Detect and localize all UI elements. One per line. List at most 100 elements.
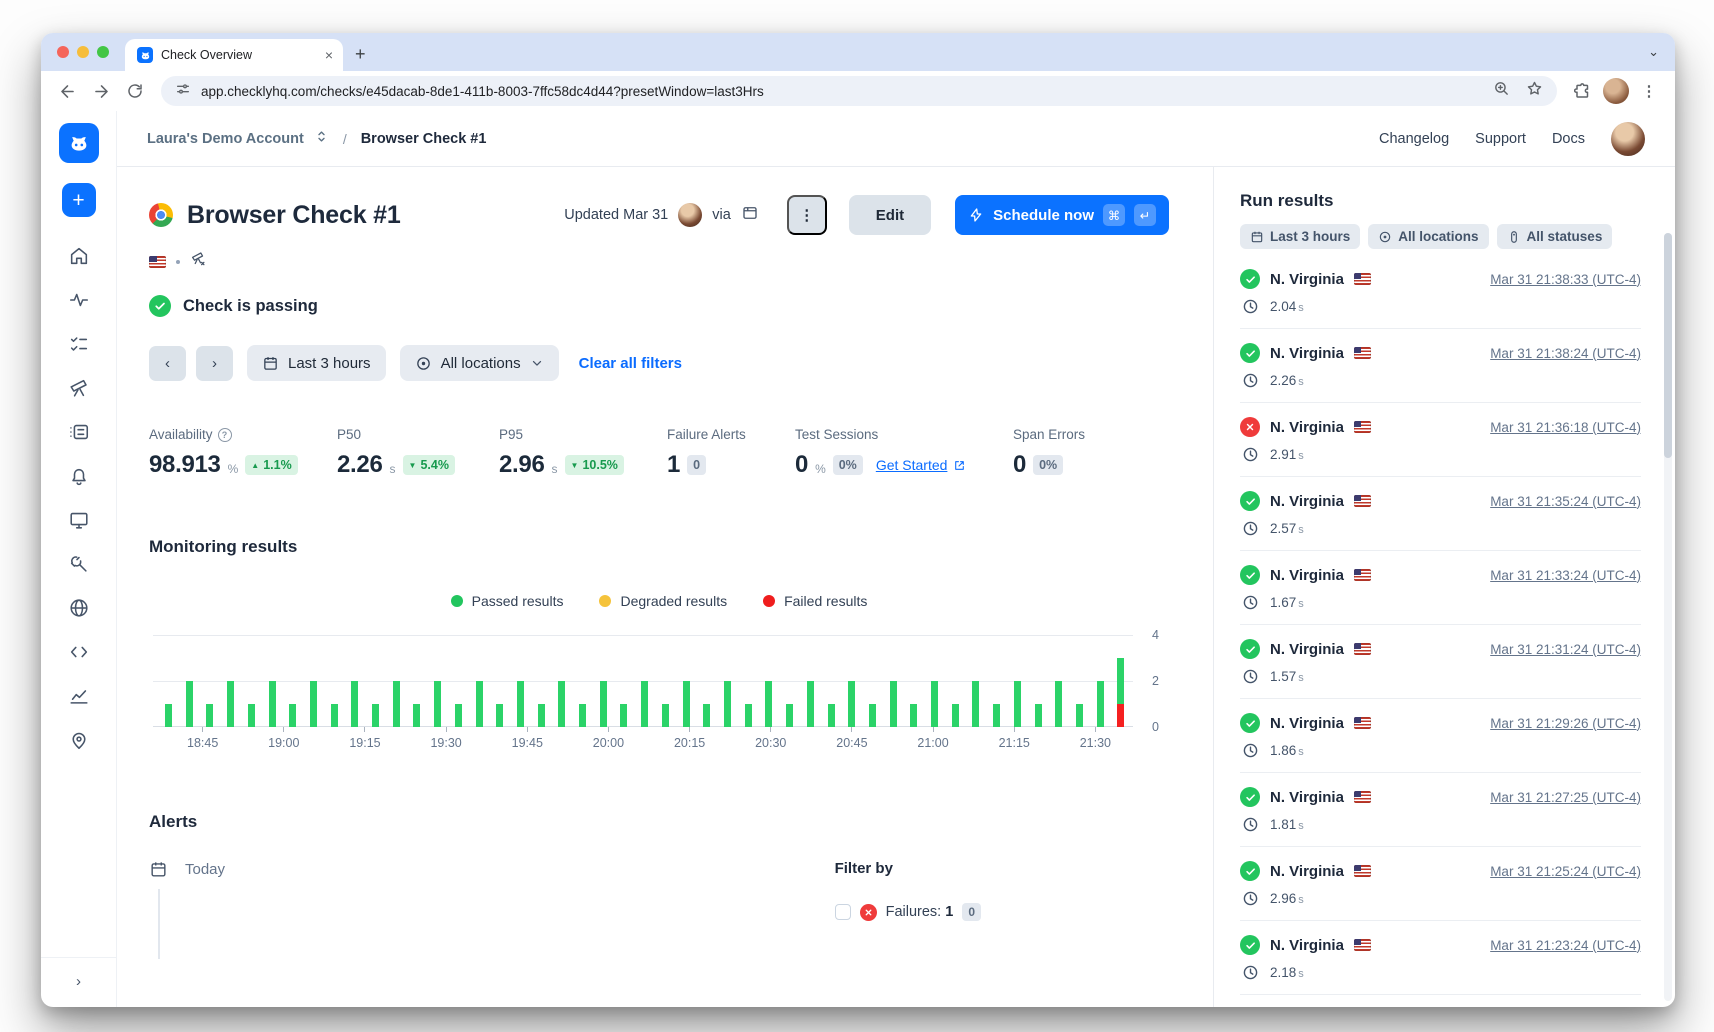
url-bar[interactable]: app.checklyhq.com/checks/e45dacab-8de1-4… (161, 76, 1557, 106)
account-switcher-sort-icon[interactable] (314, 129, 329, 149)
sidebar-collapse-button[interactable]: › (76, 973, 81, 990)
chart-bar[interactable] (186, 681, 193, 727)
next-window-button[interactable]: › (196, 346, 233, 381)
chart-bar[interactable] (331, 704, 338, 727)
chart-bar[interactable] (662, 704, 669, 727)
chart-bar[interactable] (351, 681, 358, 727)
sidebar-item-telescope[interactable] (68, 377, 90, 399)
minimize-window-button[interactable] (77, 46, 89, 58)
run-result-row[interactable]: N. VirginiaMar 31 21:35:24 (UTC-4)2.57s (1240, 477, 1641, 551)
schedule-now-button[interactable]: Schedule now ⌘ ↵ (955, 195, 1169, 235)
chart-bar[interactable] (600, 681, 607, 727)
chart-bar[interactable] (931, 681, 938, 727)
run-result-row[interactable]: N. VirginiaMar 31 21:38:24 (UTC-4)2.26s (1240, 329, 1641, 403)
url-text[interactable]: app.checklyhq.com/checks/e45dacab-8de1-4… (201, 84, 764, 99)
support-link[interactable]: Support (1475, 131, 1526, 147)
create-new-button[interactable]: + (62, 183, 96, 217)
chart-bar[interactable] (517, 681, 524, 727)
chart-bar[interactable] (972, 681, 979, 727)
chart-bar[interactable] (434, 681, 441, 727)
docs-link[interactable]: Docs (1552, 131, 1585, 147)
chart-bar[interactable] (952, 704, 959, 727)
user-avatar[interactable] (1611, 122, 1645, 156)
close-window-button[interactable] (57, 46, 69, 58)
chart-bar[interactable] (828, 704, 835, 727)
bookmark-star-icon[interactable] (1526, 80, 1543, 102)
chart-bar[interactable] (993, 704, 1000, 727)
run-result-row[interactable]: N. VirginiaMar 31 21:33:24 (UTC-4)1.67s (1240, 551, 1641, 625)
chart-bar[interactable] (248, 704, 255, 727)
chart-bar[interactable] (683, 681, 690, 727)
run-result-row[interactable]: N. VirginiaMar 31 21:27:25 (UTC-4)1.81s (1240, 773, 1641, 847)
run-result-row[interactable]: N. VirginiaMar 31 21:29:26 (UTC-4)1.86s (1240, 699, 1641, 773)
tab-search-chevron-icon[interactable]: ⌄ (1648, 44, 1659, 60)
chart-bar[interactable] (269, 681, 276, 727)
chart-bar[interactable] (765, 681, 772, 727)
sidebar-item-activity[interactable] (68, 289, 90, 311)
run-timestamp-link[interactable]: Mar 31 21:38:33 (UTC-4) (1490, 272, 1641, 287)
chart-bar[interactable] (558, 681, 565, 727)
account-switcher[interactable]: Laura's Demo Account (147, 131, 304, 147)
run-timestamp-link[interactable]: Mar 31 21:27:25 (UTC-4) (1490, 790, 1641, 805)
chart-bar[interactable] (910, 704, 917, 727)
chart-bar[interactable] (620, 704, 627, 727)
tab-close-icon[interactable]: × (325, 48, 333, 62)
run-timestamp-link[interactable]: Mar 31 21:33:24 (UTC-4) (1490, 568, 1641, 583)
chart-bar[interactable] (786, 704, 793, 727)
run-results-scrollbar[interactable] (1664, 233, 1672, 1001)
chart-bar[interactable] (724, 681, 731, 727)
chart-bar[interactable] (372, 704, 379, 727)
run-result-row[interactable]: N. VirginiaMar 31 21:31:24 (UTC-4)1.57s (1240, 625, 1641, 699)
sidebar-item-snippets-code[interactable] (68, 641, 90, 663)
run-result-row[interactable]: N. VirginiaMar 31 21:23:24 (UTC-4)2.18s (1240, 921, 1641, 995)
chart-bar[interactable] (1035, 704, 1042, 727)
chart-bar[interactable] (310, 681, 317, 727)
browser-profile-avatar[interactable] (1603, 78, 1629, 104)
chart-bar[interactable] (289, 704, 296, 727)
chart-bar[interactable] (1055, 681, 1062, 727)
run-result-row[interactable]: N. VirginiaMar 31 21:36:18 (UTC-4)2.91s (1240, 403, 1641, 477)
chart-bar[interactable] (496, 704, 503, 727)
new-tab-button[interactable]: + (355, 44, 366, 65)
zoom-icon[interactable] (1493, 80, 1510, 102)
run-timestamp-link[interactable]: Mar 31 21:29:26 (UTC-4) (1490, 716, 1641, 731)
sidebar-item-checks[interactable] (68, 333, 90, 355)
chart-bar[interactable] (1076, 704, 1083, 727)
run-timestamp-link[interactable]: Mar 31 21:38:24 (UTC-4) (1490, 346, 1641, 361)
edit-button[interactable]: Edit (849, 195, 931, 235)
run-timestamp-link[interactable]: Mar 31 21:36:18 (UTC-4) (1490, 420, 1641, 435)
chart-bar[interactable] (703, 704, 710, 727)
sidebar-item-maintenance-wrench[interactable] (68, 553, 90, 575)
chart-bar[interactable] (1117, 658, 1124, 727)
chart-bar[interactable] (165, 704, 172, 727)
sidebar-item-private-locations-globe[interactable] (68, 597, 90, 619)
run-result-row[interactable]: N. VirginiaMar 31 21:38:33 (UTC-4)2.04s (1240, 255, 1641, 329)
info-icon[interactable]: ? (218, 428, 232, 442)
sidebar-item-locations-pin[interactable] (68, 729, 90, 751)
browser-menu-kebab-icon[interactable]: ⋮ (1635, 77, 1663, 105)
run-timestamp-link[interactable]: Mar 31 21:25:24 (UTC-4) (1490, 864, 1641, 879)
chart-bar[interactable] (890, 681, 897, 727)
chart-bar[interactable] (206, 704, 213, 727)
run-timestamp-link[interactable]: Mar 31 21:35:24 (UTC-4) (1490, 494, 1641, 509)
forward-icon[interactable] (87, 77, 115, 105)
chart-bar[interactable] (1097, 681, 1104, 727)
sidebar-item-analytics-chart[interactable] (68, 685, 90, 707)
sidebar-item-logs[interactable] (68, 421, 90, 443)
chart-bar[interactable] (476, 681, 483, 727)
run-timestamp-link[interactable]: Mar 31 21:23:24 (UTC-4) (1490, 938, 1641, 953)
more-actions-kebab-button[interactable]: ⋮ (787, 195, 827, 235)
chart-bar[interactable] (848, 681, 855, 727)
run-result-row[interactable]: N. VirginiaMar 31 21:25:24 (UTC-4)2.96s (1240, 847, 1641, 921)
site-settings-icon[interactable] (175, 81, 191, 102)
get-started-link[interactable]: Get Started (876, 457, 967, 473)
time-range-filter[interactable]: Last 3 hours (247, 345, 386, 381)
back-icon[interactable] (53, 77, 81, 105)
sidebar-item-alerts-bell[interactable] (68, 465, 90, 487)
prev-window-button[interactable]: ‹ (149, 346, 186, 381)
failures-checkbox[interactable] (835, 904, 851, 920)
chart-bar[interactable] (413, 704, 420, 727)
run-timestamp-link[interactable]: Mar 31 21:31:24 (UTC-4) (1490, 642, 1641, 657)
sidebar-item-dashboards[interactable] (68, 509, 90, 531)
chart-bar[interactable] (1014, 681, 1021, 727)
